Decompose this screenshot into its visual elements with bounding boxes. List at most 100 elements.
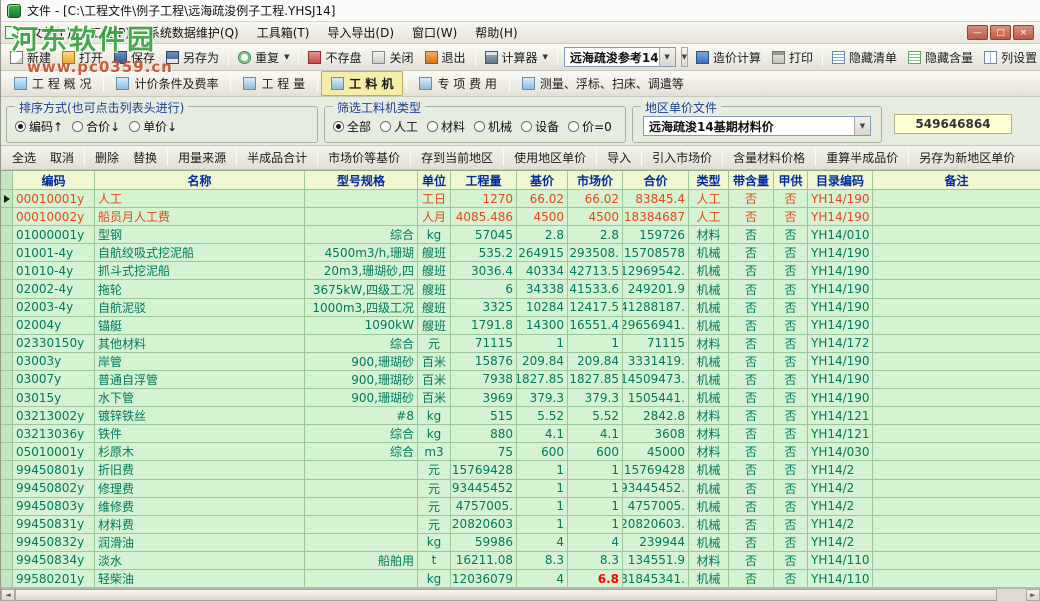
horizontal-scrollbar[interactable]: ◄ ► xyxy=(1,588,1040,601)
usage-source-button[interactable]: 用量来源 xyxy=(171,147,233,168)
cell-spec[interactable]: 综合 xyxy=(305,226,418,244)
cell-market[interactable]: 293508. xyxy=(568,244,623,262)
cell-content[interactable]: 否 xyxy=(729,552,774,570)
cell-supply[interactable]: 否 xyxy=(774,552,808,570)
table-row[interactable]: 99450834y淡水船舶用t16211.088.38.3134551.9材料否… xyxy=(1,552,1040,570)
cell-total[interactable]: 29656941. xyxy=(623,317,689,335)
cell-supply[interactable]: 否 xyxy=(774,353,808,371)
cell-catalog[interactable]: YH14/190 xyxy=(808,262,873,280)
cell-name[interactable]: 杉原木 xyxy=(95,443,305,461)
cell-supply[interactable]: 否 xyxy=(774,317,808,335)
cell-name[interactable]: 轻柴油 xyxy=(95,570,305,588)
exit-button[interactable]: 退出 xyxy=(420,46,471,69)
cell-note[interactable] xyxy=(873,425,1040,443)
cell-supply[interactable]: 否 xyxy=(774,190,808,208)
cell-supply[interactable]: 否 xyxy=(774,280,808,298)
table-row[interactable]: 01000001y型钢综合kg570452.82.8159726材料否否YH14… xyxy=(1,226,1040,244)
tab-special-costs[interactable]: 专 项 费 用 xyxy=(410,72,505,95)
cell-base[interactable]: 600 xyxy=(517,443,568,461)
cell-supply[interactable]: 否 xyxy=(774,461,808,479)
row-selector[interactable] xyxy=(1,516,13,534)
row-selector[interactable] xyxy=(1,299,13,317)
cell-type[interactable]: 机械 xyxy=(689,389,729,407)
cell-base[interactable]: 1 xyxy=(517,480,568,498)
cell-catalog[interactable]: YH14/2 xyxy=(808,534,873,552)
scrollbar-track[interactable] xyxy=(997,589,1026,601)
row-selector[interactable] xyxy=(1,534,13,552)
cell-catalog[interactable]: YH14/190 xyxy=(808,389,873,407)
cell-base[interactable]: 1 xyxy=(517,498,568,516)
cell-catalog[interactable]: YH14/190 xyxy=(808,190,873,208)
row-selector[interactable] xyxy=(1,552,13,570)
save-as-new-region-price-button[interactable]: 另存为新地区单价 xyxy=(912,147,1022,168)
cell-market[interactable]: 66.02 xyxy=(568,190,623,208)
cell-qty[interactable]: 7938 xyxy=(451,371,517,389)
delete-button[interactable]: 删除 xyxy=(88,147,126,168)
cell-market[interactable]: 1 xyxy=(568,461,623,479)
row-selector[interactable] xyxy=(1,353,13,371)
tab-quantities[interactable]: 工 程 量 xyxy=(234,72,314,95)
cell-code[interactable]: 03003y xyxy=(13,353,95,371)
radio-sort-total-desc[interactable]: 合价↓ xyxy=(72,118,120,135)
cell-code[interactable]: 99580201y xyxy=(13,570,95,588)
cell-note[interactable] xyxy=(873,226,1040,244)
menu-item-1[interactable]: 文件(F) xyxy=(22,21,80,44)
cell-spec[interactable] xyxy=(305,570,418,588)
cell-content[interactable]: 否 xyxy=(729,226,774,244)
cell-market[interactable]: 4500 xyxy=(568,208,623,226)
cell-unit[interactable]: kg xyxy=(418,570,451,588)
cell-unit[interactable]: kg xyxy=(418,534,451,552)
table-row[interactable]: 01010-4y抓斗式挖泥船20m3,珊瑚砂,四艘班3036.440334427… xyxy=(1,262,1040,280)
table-row[interactable]: 00010001y人工工日127066.0266.0283845.4人工否否YH… xyxy=(1,190,1040,208)
new-button[interactable]: 新建 xyxy=(5,46,56,69)
market-as-base-price-button[interactable]: 市场价等基价 xyxy=(321,147,407,168)
radio-filter-labor[interactable]: 人工 xyxy=(380,118,418,135)
cell-unit[interactable]: 百米 xyxy=(418,353,451,371)
cell-name[interactable]: 淡水 xyxy=(95,552,305,570)
save-as-button[interactable]: 另存为 xyxy=(161,46,224,69)
cell-base[interactable]: 1827.85 xyxy=(517,371,568,389)
cell-type[interactable]: 机械 xyxy=(689,317,729,335)
cell-type[interactable]: 机械 xyxy=(689,299,729,317)
cell-unit[interactable]: 艘班 xyxy=(418,262,451,280)
content-material-price-button[interactable]: 含量材料价格 xyxy=(726,147,812,168)
cell-qty[interactable]: 880 xyxy=(451,425,517,443)
row-selector[interactable] xyxy=(1,208,13,226)
cell-spec[interactable]: 4500m3/h,珊瑚 xyxy=(305,244,418,262)
scrollbar-thumb[interactable] xyxy=(15,589,997,601)
hide-list-button[interactable]: 隐藏清单 xyxy=(827,46,902,69)
cell-market[interactable]: 2.8 xyxy=(568,226,623,244)
menu-item-4[interactable]: 工具箱(T) xyxy=(248,21,319,44)
cell-content[interactable]: 否 xyxy=(729,516,774,534)
cell-note[interactable] xyxy=(873,389,1040,407)
cell-market[interactable]: 41533.6 xyxy=(568,280,623,298)
cell-type[interactable]: 机械 xyxy=(689,353,729,371)
cell-total[interactable]: 15769428 xyxy=(623,461,689,479)
table-row[interactable]: 02330150y其他材料综合元711151171115材料否否YH14/172 xyxy=(1,335,1040,353)
header-supply[interactable]: 甲供 xyxy=(774,171,808,190)
cell-note[interactable] xyxy=(873,516,1040,534)
use-region-price-button[interactable]: 使用地区单价 xyxy=(507,147,593,168)
row-selector[interactable] xyxy=(1,226,13,244)
cell-total[interactable]: 239944 xyxy=(623,534,689,552)
repeat-button[interactable]: 重复▼ xyxy=(233,46,294,69)
cell-code[interactable]: 03007y xyxy=(13,371,95,389)
header-note[interactable]: 备注 xyxy=(873,171,1040,190)
cell-market[interactable]: 209.84 xyxy=(568,353,623,371)
cell-code[interactable]: 02003-4y xyxy=(13,299,95,317)
cell-base[interactable]: 34338 xyxy=(517,280,568,298)
cell-code[interactable]: 01000001y xyxy=(13,226,95,244)
header-spec[interactable]: 型号规格 xyxy=(305,171,418,190)
cell-spec[interactable] xyxy=(305,208,418,226)
cell-name[interactable]: 自航绞吸式挖泥船 xyxy=(95,244,305,262)
cell-note[interactable] xyxy=(873,262,1040,280)
tab-pricing-conditions[interactable]: 计价条件及费率 xyxy=(107,72,227,95)
cell-base[interactable]: 379.3 xyxy=(517,389,568,407)
cell-market[interactable]: 8.3 xyxy=(568,552,623,570)
row-selector[interactable] xyxy=(1,570,13,588)
cell-name[interactable]: 修理费 xyxy=(95,480,305,498)
cell-catalog[interactable]: YH14/2 xyxy=(808,461,873,479)
cell-note[interactable] xyxy=(873,552,1040,570)
reference-file-select[interactable]: 远海疏浚参考14▼ xyxy=(564,47,676,67)
cell-unit[interactable]: 艘班 xyxy=(418,280,451,298)
